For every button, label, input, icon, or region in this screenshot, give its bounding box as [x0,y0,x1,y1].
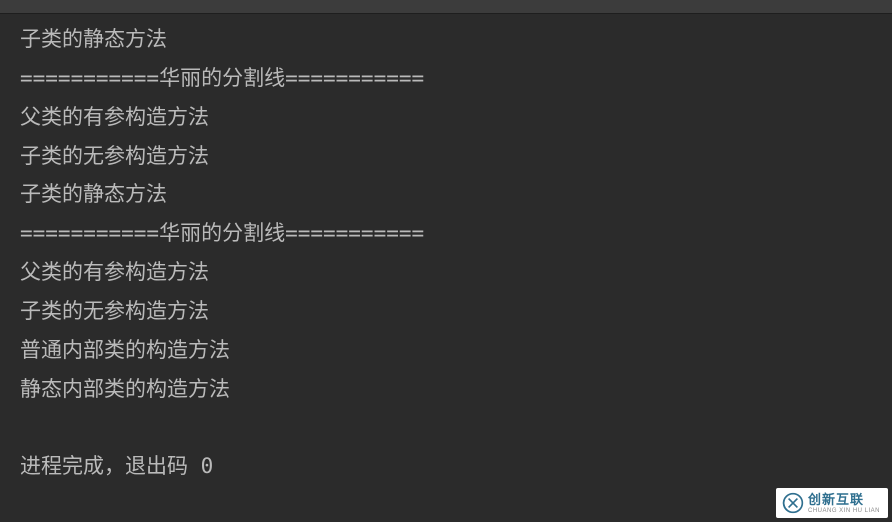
watermark-name: 创新互联 [808,493,864,506]
output-line: 子类的静态方法 [20,175,872,214]
output-line: 子类的无参构造方法 [20,292,872,331]
watermark-logo-icon [782,492,804,514]
output-blank-line [20,408,872,447]
output-line: ===========华丽的分割线=========== [20,214,872,253]
watermark-subtitle: CHUANG XIN HU LIAN [808,508,880,514]
output-line: 静态内部类的构造方法 [20,370,872,409]
output-line: ===========华丽的分割线=========== [20,59,872,98]
output-line: 子类的无参构造方法 [20,137,872,176]
output-line: 普通内部类的构造方法 [20,331,872,370]
console-output: 子类的静态方法 ===========华丽的分割线=========== 父类的… [0,14,892,486]
watermark-badge: 创新互联 CHUANG XIN HU LIAN [776,488,888,518]
output-line: 父类的有参构造方法 [20,253,872,292]
output-line: 父类的有参构造方法 [20,98,872,137]
run-command-header: "D:\Program Files\Java\jdk1.8.0_144\bin\… [0,0,892,14]
watermark-text: 创新互联 CHUANG XIN HU LIAN [808,493,880,514]
exit-code-line: 进程完成，退出码 0 [20,447,872,486]
output-line: 子类的静态方法 [20,20,872,59]
